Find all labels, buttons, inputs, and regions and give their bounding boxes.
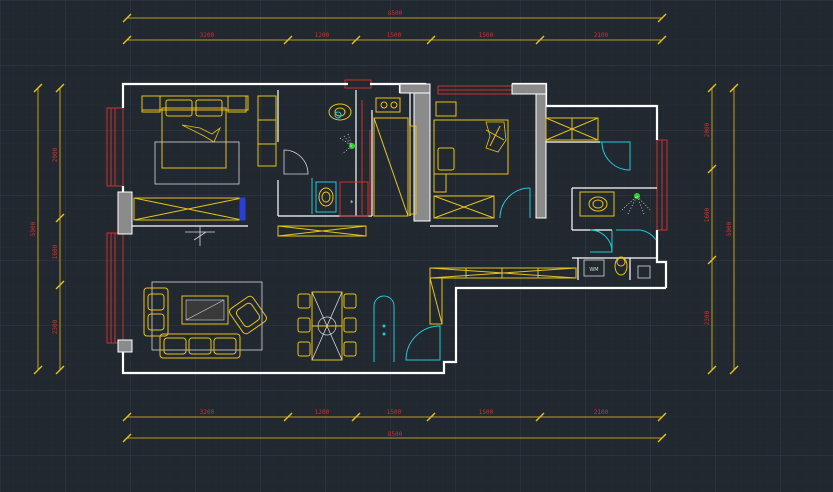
top-dim-3: 1500 (387, 32, 402, 39)
bottom-dim-2: 1200 (315, 409, 330, 416)
left-dim-3: 2300 (52, 319, 59, 334)
left-dim-1: 2000 (52, 147, 59, 162)
bottom-dim-1: 3200 (200, 409, 215, 416)
top-overall-dim: 8500 (388, 10, 403, 17)
right-dim-2: 1600 (704, 207, 711, 222)
right-dim-3: 2300 (704, 310, 711, 325)
top-dim-1: 3200 (200, 32, 215, 39)
bottom-dim-5: 2100 (594, 409, 609, 416)
left-dim-2: 1600 (52, 244, 59, 259)
right-overall-dim: 5900 (726, 221, 733, 236)
top-dim-4: 1500 (479, 32, 494, 39)
cad-viewport[interactable]: 8500 3200 1200 1500 1500 2100 3200 1200 … (0, 0, 833, 492)
right-dim-1: 2000 (704, 122, 711, 137)
svg-text:WM: WM (589, 267, 598, 273)
left-overall-dim: 5900 (30, 221, 37, 236)
bottom-overall-dim: 8500 (388, 431, 403, 438)
bottom-dim-4: 1500 (479, 409, 494, 416)
svg-text:*: * (350, 199, 354, 207)
top-dim-5: 2100 (594, 32, 609, 39)
top-dim-2: 1200 (315, 32, 330, 39)
bottom-dim-3: 1500 (387, 409, 402, 416)
